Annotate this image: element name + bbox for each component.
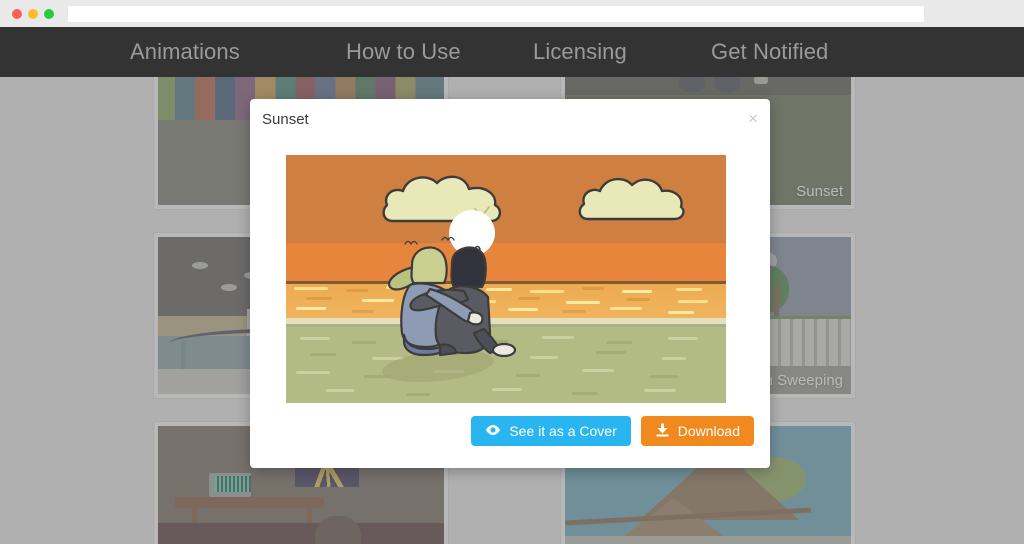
- nav-item-licensing[interactable]: Licensing: [533, 39, 711, 65]
- eye-icon: [485, 423, 501, 439]
- download-icon: [655, 423, 670, 440]
- browser-chrome: [0, 0, 1024, 27]
- cloud-right-icon: [576, 173, 686, 221]
- address-bar-input[interactable]: [68, 6, 924, 22]
- minimize-window-button[interactable]: [28, 9, 38, 19]
- couple-illustration: [378, 237, 528, 367]
- download-button[interactable]: Download: [641, 416, 754, 446]
- modal-title: Sunset: [262, 111, 309, 128]
- nav-item-animations[interactable]: Animations: [130, 39, 346, 65]
- site-navbar: Animations How to Use Licensing Get Noti…: [0, 27, 1024, 77]
- cloud-left-icon: [379, 171, 509, 223]
- modal-footer: See it as a Cover Download: [250, 406, 770, 468]
- bird-icon: [441, 229, 451, 234]
- zoom-window-button[interactable]: [44, 9, 54, 19]
- sunset-illustration: [286, 155, 726, 403]
- close-icon[interactable]: ×: [748, 110, 758, 127]
- sunset-preview-modal: Sunset ×: [250, 99, 770, 468]
- window-controls: [0, 9, 54, 19]
- app-root: Animations How to Use Licensing Get Noti…: [0, 0, 1024, 544]
- button-label: See it as a Cover: [509, 423, 616, 439]
- button-label: Download: [678, 423, 740, 439]
- nav-item-get-notified[interactable]: Get Notified: [711, 39, 828, 65]
- see-it-as-a-cover-button[interactable]: See it as a Cover: [471, 416, 630, 446]
- nav-item-how-to-use[interactable]: How to Use: [346, 39, 533, 65]
- nav-item-list: Animations How to Use Licensing Get Noti…: [130, 39, 828, 65]
- close-window-button[interactable]: [12, 9, 22, 19]
- modal-header: Sunset ×: [250, 99, 770, 144]
- modal-action-buttons: See it as a Cover Download: [471, 416, 754, 446]
